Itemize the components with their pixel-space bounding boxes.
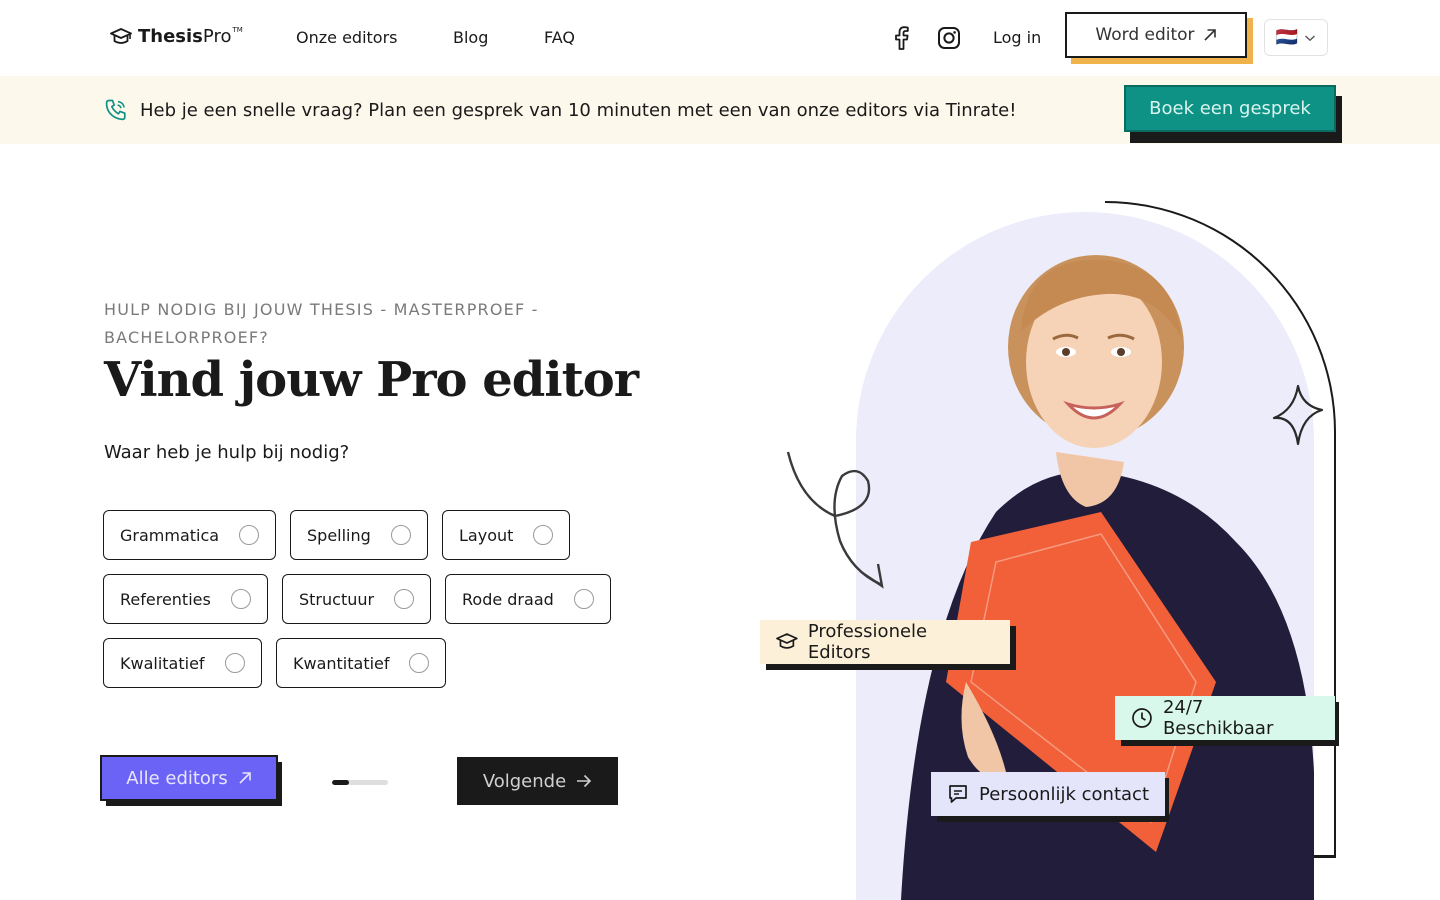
logo-text-bold: Thesis [138, 26, 203, 47]
option-spelling[interactable]: Spelling [290, 510, 428, 560]
hero-eyebrow: HULP NODIG BIJ JOUW THESIS - MASTERPROEF… [104, 300, 539, 347]
badge-24-7-available: 24/7 Beschikbaar [1115, 696, 1335, 740]
facebook-icon[interactable] [888, 25, 914, 51]
book-call-button[interactable]: Boek een gesprek [1124, 85, 1336, 132]
login-link[interactable]: Log in [993, 28, 1041, 47]
hero-title: Vind jouw Pro editor [104, 352, 639, 408]
radio-icon [394, 589, 414, 609]
graduation-cap-icon [110, 27, 132, 44]
step-progress-fill [332, 780, 349, 785]
next-button[interactable]: Volgende [457, 757, 618, 805]
chevron-down-icon [1305, 34, 1316, 41]
option-kwalitatief[interactable]: Kwalitatief [103, 638, 262, 688]
next-label: Volgende [482, 770, 567, 792]
all-editors-button[interactable]: Alle editors [100, 755, 278, 801]
option-kwantitatief[interactable]: Kwantitatief [276, 638, 446, 688]
all-editors-label: Alle editors [126, 767, 228, 789]
language-flag: 🇳🇱 [1275, 27, 1299, 48]
logo[interactable]: ThesisProTM [110, 26, 243, 47]
word-editor-label: Word editor [1095, 25, 1195, 45]
graduation-cap-icon [776, 633, 798, 649]
badge-personal-contact: Persoonlijk contact [931, 772, 1165, 816]
option-label: Layout [459, 525, 514, 545]
radio-icon [225, 653, 245, 673]
help-question: Waar heb je hulp bij nodig? [104, 442, 350, 463]
option-label: Grammatica [120, 525, 220, 545]
option-label: Kwalitatief [120, 653, 205, 673]
announcement-banner: Heb je een snelle vraag? Plan een gespre… [0, 76, 1440, 144]
radio-icon [231, 589, 251, 609]
option-label: Referenties [120, 589, 211, 609]
badge-label: Persoonlijk contact [979, 783, 1150, 805]
phone-icon [105, 99, 126, 121]
banner-text: Heb je een snelle vraag? Plan een gespre… [140, 100, 1017, 121]
option-referenties[interactable]: Referenties [103, 574, 268, 624]
badge-professional-editors: Professionele Editors [760, 620, 1010, 664]
site-header: ThesisProTM Onze editors Blog FAQ Log in… [0, 0, 1440, 76]
step-progress [332, 780, 388, 785]
option-structuur[interactable]: Structuur [282, 574, 431, 624]
nav-link-blog[interactable]: Blog [453, 28, 488, 47]
option-label: Structuur [299, 589, 375, 609]
option-label: Spelling [307, 525, 371, 545]
instagram-icon[interactable] [936, 25, 962, 51]
logo-text-light: Pro [202, 26, 232, 47]
chat-bubble-icon [949, 785, 967, 803]
nav-link-onze-editors[interactable]: Onze editors [296, 28, 397, 47]
radio-icon [239, 525, 259, 545]
badge-label: 24/7 Beschikbaar [1162, 697, 1274, 739]
radio-icon [391, 525, 411, 545]
radio-icon [409, 653, 429, 673]
arrow-up-right-icon [239, 772, 251, 784]
badge-label: Professionele Editors [807, 621, 928, 663]
option-layout[interactable]: Layout [442, 510, 570, 560]
word-editor-button[interactable]: Word editor [1065, 12, 1247, 58]
option-grammatica[interactable]: Grammatica [103, 510, 276, 560]
hero-arch-outline-end [1314, 855, 1336, 858]
language-selector[interactable]: 🇳🇱 [1264, 19, 1328, 56]
sparkle-icon [1272, 384, 1324, 446]
arrow-right-icon [577, 774, 592, 788]
curly-arrow-icon [786, 451, 884, 589]
radio-icon [533, 525, 553, 545]
clock-icon [1132, 708, 1152, 728]
nav-link-faq[interactable]: FAQ [544, 28, 575, 47]
option-label: Rode draad [462, 589, 554, 609]
option-rode-draad[interactable]: Rode draad [445, 574, 611, 624]
arrow-up-right-icon [1203, 29, 1216, 41]
radio-icon [574, 589, 594, 609]
trademark: TM [232, 26, 243, 34]
option-label: Kwantitatief [293, 653, 390, 673]
